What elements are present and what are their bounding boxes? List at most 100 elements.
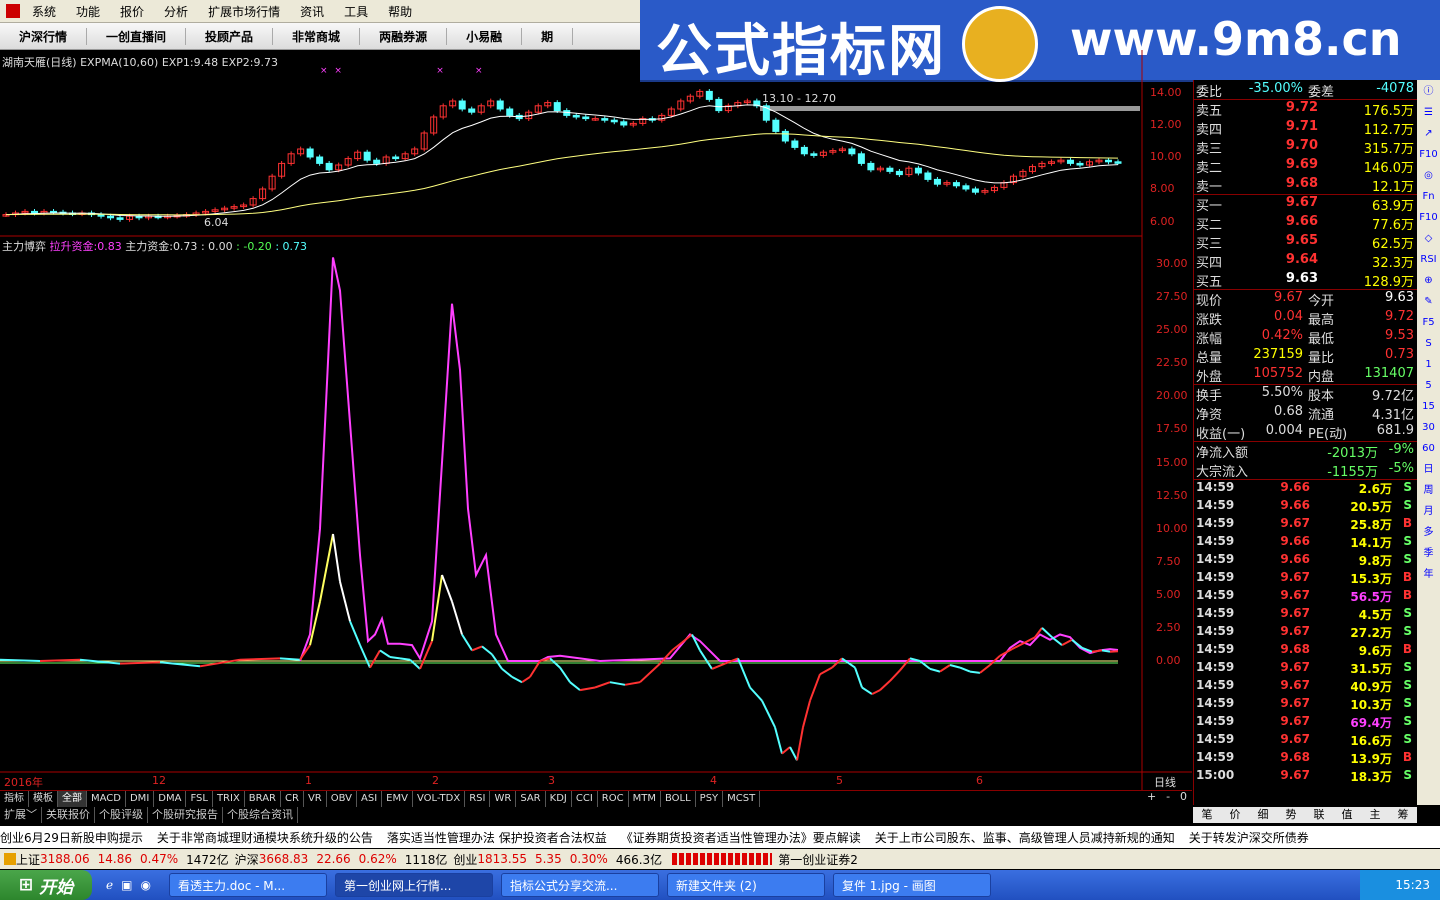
indicator-tab-psy[interactable]: PSY	[696, 791, 724, 808]
right-tool-button[interactable]: 15	[1419, 397, 1438, 416]
right-tool-button[interactable]: 60	[1419, 439, 1438, 458]
indicator-tab-asi[interactable]: ASI	[357, 791, 383, 808]
indicator-tab-fsl[interactable]: FSL	[186, 791, 213, 808]
quote-tab[interactable]: 值	[1333, 807, 1361, 823]
indicator-tab-wr[interactable]: WR	[490, 791, 517, 808]
task-paint[interactable]: 复件 1.jpg - 画图	[832, 873, 991, 897]
news-item[interactable]: 落实适当性管理办法 保护投资者合法权益	[387, 829, 621, 846]
right-tool-button[interactable]: F10	[1419, 145, 1438, 164]
quote-tab[interactable]: 价	[1221, 807, 1249, 823]
indicator-tab-boll[interactable]: BOLL	[661, 791, 696, 808]
right-tool-button[interactable]: 日	[1419, 460, 1438, 479]
indicator-tab-macd[interactable]: MACD	[87, 791, 126, 808]
right-tool-button[interactable]: F10	[1419, 208, 1438, 227]
menu-system[interactable]: 系统	[22, 3, 66, 20]
stat-row: 净资 0.68 流通 4.31亿	[1194, 403, 1418, 423]
right-tool-button[interactable]: S	[1419, 334, 1438, 353]
add-indicator-button[interactable]: +	[1147, 790, 1156, 807]
indicator-tab-emv[interactable]: EMV	[382, 791, 413, 808]
info-tab[interactable]: 扩展﹀	[0, 807, 42, 823]
quote-tab[interactable]: 细	[1249, 807, 1277, 823]
quote-tab[interactable]: 势	[1277, 807, 1305, 823]
right-tool-button[interactable]: F5	[1419, 313, 1438, 332]
toolbar-more[interactable]: 期	[522, 27, 574, 45]
right-tool-button[interactable]: ↗	[1419, 124, 1438, 143]
menu-function[interactable]: 功能	[66, 3, 110, 20]
menu-tools[interactable]: 工具	[334, 3, 378, 20]
indicator-tab-mcst[interactable]: MCST	[723, 791, 761, 808]
indicator-tab-kdj[interactable]: KDJ	[546, 791, 572, 808]
quote-tab[interactable]: 主	[1361, 807, 1389, 823]
right-tool-button[interactable]: ☰	[1419, 103, 1438, 122]
menu-analysis[interactable]: 分析	[154, 3, 198, 20]
indicator-tab-mtm[interactable]: MTM	[629, 791, 661, 808]
remove-indicator-button[interactable]: -	[1166, 790, 1170, 807]
tray-clock[interactable]: 15:23	[1360, 870, 1440, 900]
toolbar-hs-quote[interactable]: 沪深行情	[0, 27, 88, 45]
right-tool-button[interactable]: ⓘ	[1419, 82, 1438, 101]
ie-icon[interactable]: ℯ	[106, 878, 113, 892]
indicator-tab-trix[interactable]: TRIX	[213, 791, 245, 808]
media-icon[interactable]: ◉	[140, 878, 150, 892]
right-tool-button[interactable]: ✎	[1419, 292, 1438, 311]
right-tool-button[interactable]: 30	[1419, 418, 1438, 437]
info-tab[interactable]: 个股研究报告	[148, 807, 223, 823]
quote-tab[interactable]: 笔	[1193, 807, 1221, 823]
right-tool-button[interactable]: ◎	[1419, 166, 1438, 185]
task-browser[interactable]: 指标公式分享交流...	[500, 873, 659, 897]
indicator-tab-dmi[interactable]: DMI	[126, 791, 155, 808]
task-word-doc[interactable]: 看透主力.doc - M...	[168, 873, 327, 897]
right-tool-button[interactable]: 年	[1419, 565, 1438, 584]
indicator-tabs: 指标 模板 全部 MACD DMI DMA FSL TRIX BRAR CR VR OBV ASI EMV…	[0, 790, 1192, 808]
indicator-tab-vol-tdx[interactable]: VOL-TDX	[413, 791, 466, 808]
info-tab[interactable]: 个股综合资讯	[223, 807, 298, 823]
indicator-tab-cci[interactable]: CCI	[572, 791, 598, 808]
toolbar-mall[interactable]: 非常商城	[273, 27, 361, 45]
right-tool-button[interactable]: ⊕	[1419, 271, 1438, 290]
toolbar-margin[interactable]: 两融券源	[360, 27, 448, 45]
quote-tab[interactable]: 联	[1305, 807, 1333, 823]
toolbar-xiaoyirong[interactable]: 小易融	[447, 27, 523, 45]
indicator-tab-obv[interactable]: OBV	[327, 791, 357, 808]
menu-news[interactable]: 资讯	[290, 3, 334, 20]
indicator-tab-brar[interactable]: BRAR	[245, 791, 281, 808]
news-item[interactable]: 关于非常商城理财通模块系统升级的公告	[157, 829, 387, 846]
start-button[interactable]: ⊞ 开始	[0, 870, 92, 900]
chart-area[interactable]	[0, 50, 1192, 790]
menu-quote[interactable]: 报价	[110, 3, 154, 20]
period-label[interactable]: 日线	[1154, 774, 1176, 790]
news-item[interactable]: 《证券期货投资者适当性管理办法》要点解读	[621, 829, 875, 846]
right-tool-button[interactable]: 多	[1419, 523, 1438, 542]
right-tool-button[interactable]: 季	[1419, 544, 1438, 563]
right-tool-button[interactable]: 1	[1419, 355, 1438, 374]
task-trading-app[interactable]: 第一创业网上行情...	[334, 873, 493, 897]
toolbar-products[interactable]: 投顾产品	[186, 27, 274, 45]
right-tool-button[interactable]: ◇	[1419, 229, 1438, 248]
indicator-tab-模板[interactable]: 模板	[29, 791, 58, 808]
right-tool-button[interactable]: 月	[1419, 502, 1438, 521]
quote-tab[interactable]: 筹	[1389, 807, 1417, 823]
right-tool-button[interactable]: 周	[1419, 481, 1438, 500]
menu-ext-market[interactable]: 扩展市场行情	[198, 3, 290, 20]
indicator-tab-rsi[interactable]: RSI	[465, 791, 491, 808]
news-item[interactable]: 关于转发沪深交所债券	[1189, 829, 1323, 846]
right-tool-button[interactable]: Fn	[1419, 187, 1438, 206]
desktop-icon[interactable]: ▣	[121, 878, 132, 892]
right-tool-button[interactable]: RSI	[1419, 250, 1438, 269]
indicator-tab-cr[interactable]: CR	[281, 791, 304, 808]
toolbar-live[interactable]: 一创直播间	[87, 27, 187, 45]
right-tool-button[interactable]: 5	[1419, 376, 1438, 395]
info-tab[interactable]: 关联报价	[42, 807, 95, 823]
indicator-tab-dma[interactable]: DMA	[154, 791, 187, 808]
news-item[interactable]: 创业6月29日新股申购提示	[0, 829, 157, 846]
indicator-tab-全部[interactable]: 全部	[58, 791, 87, 808]
indicator-tab-roc[interactable]: ROC	[598, 791, 629, 808]
menu-help[interactable]: 帮助	[378, 3, 422, 20]
ask-volume: 146.0万	[1363, 161, 1414, 176]
task-folder[interactable]: 新建文件夹 (2)	[666, 873, 825, 897]
indicator-tab-sar[interactable]: SAR	[516, 791, 546, 808]
indicator-tab-指标[interactable]: 指标	[0, 791, 29, 808]
indicator-tab-vr[interactable]: VR	[304, 791, 327, 808]
info-tab[interactable]: 个股评级	[95, 807, 148, 823]
news-item[interactable]: 关于上市公司股东、监事、高级管理人员减持新规的通知	[875, 829, 1189, 846]
